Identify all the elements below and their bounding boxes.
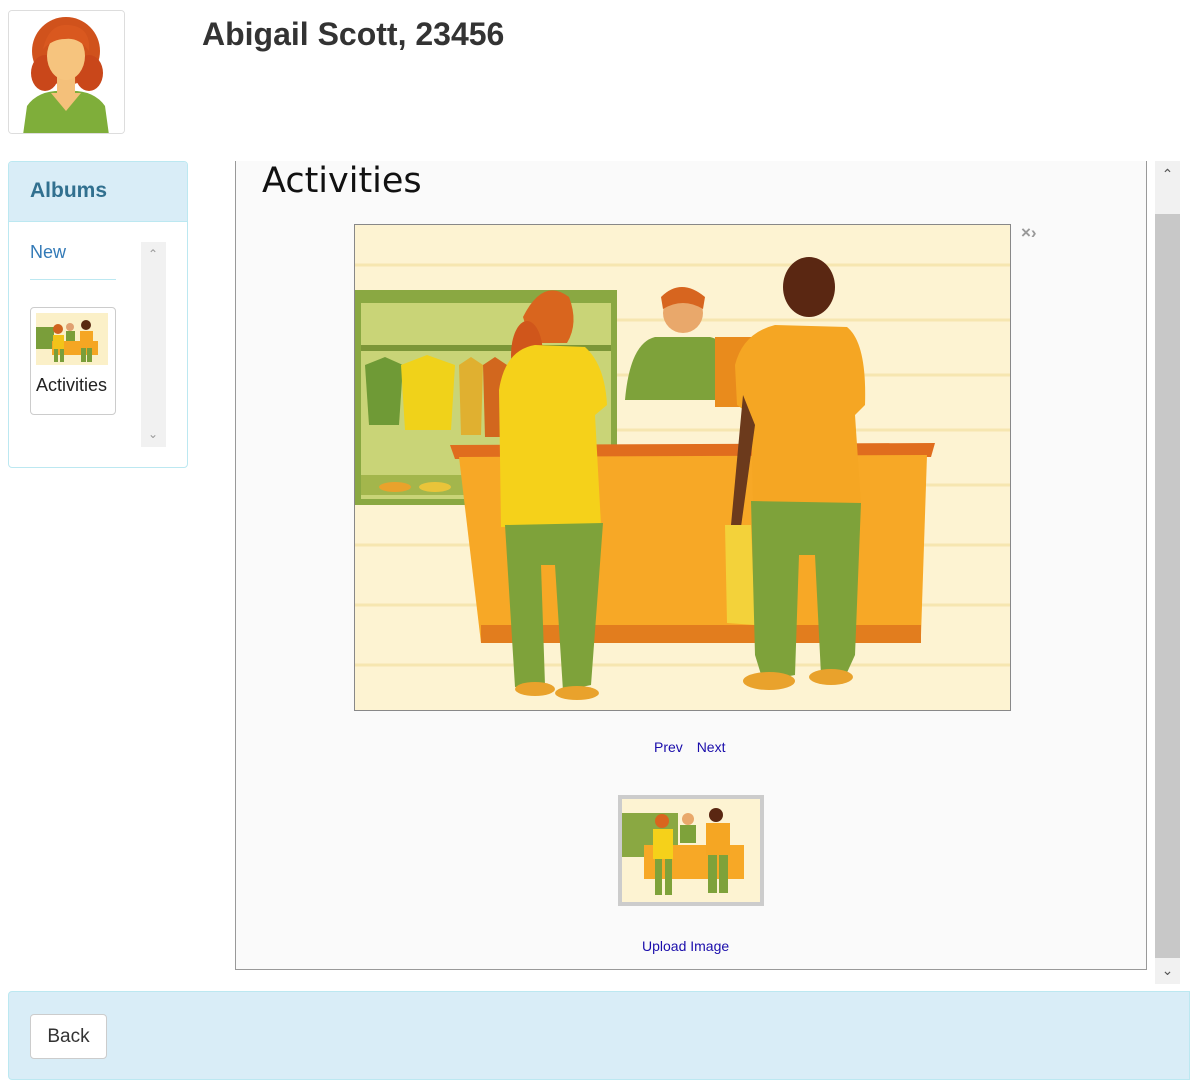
back-button[interactable]: Back <box>30 1014 107 1059</box>
photo-nav: Prev Next <box>654 739 735 755</box>
page-scrollbar[interactable]: ⌃ ⌄ <box>1155 161 1180 984</box>
chevron-up-icon[interactable]: ⌃ <box>147 248 159 260</box>
store-counter-illustration <box>355 225 1010 710</box>
footer-bar: Back <box>8 991 1190 1080</box>
albums-heading: Albums <box>9 162 187 222</box>
album-tile-activities[interactable]: Activities <box>30 307 116 415</box>
albums-panel: Albums New Activities ⌃ ⌄ <box>8 161 188 468</box>
upload-image-link[interactable]: Upload Image <box>642 938 729 954</box>
avatar <box>8 10 125 134</box>
scrollbar-thumb[interactable] <box>1155 214 1180 958</box>
new-album-link[interactable]: New <box>30 242 116 280</box>
next-link[interactable]: Next <box>697 739 726 755</box>
prev-link[interactable]: Prev <box>654 739 683 755</box>
chevron-up-icon[interactable]: ⌃ <box>1161 167 1174 181</box>
album-thumbnail-image <box>36 313 108 365</box>
person-avatar-icon <box>9 11 124 133</box>
album-viewer: Activities ×› Prev Next Upload Image <box>235 161 1147 970</box>
page-title: Abigail Scott, 23456 <box>202 16 505 52</box>
albums-scrollbar[interactable]: ⌃ ⌄ <box>141 242 166 447</box>
close-icon[interactable]: ×› <box>1021 223 1037 243</box>
thumbnail-image <box>622 799 760 902</box>
photo-thumbnail[interactable] <box>618 795 764 906</box>
album-tile-label: Activities <box>36 375 108 395</box>
albums-list: New Activities <box>30 242 138 415</box>
album-title: Activities <box>262 161 422 201</box>
chevron-down-icon[interactable]: ⌄ <box>147 428 159 440</box>
chevron-down-icon[interactable]: ⌄ <box>1161 963 1174 977</box>
main-photo <box>354 224 1011 711</box>
